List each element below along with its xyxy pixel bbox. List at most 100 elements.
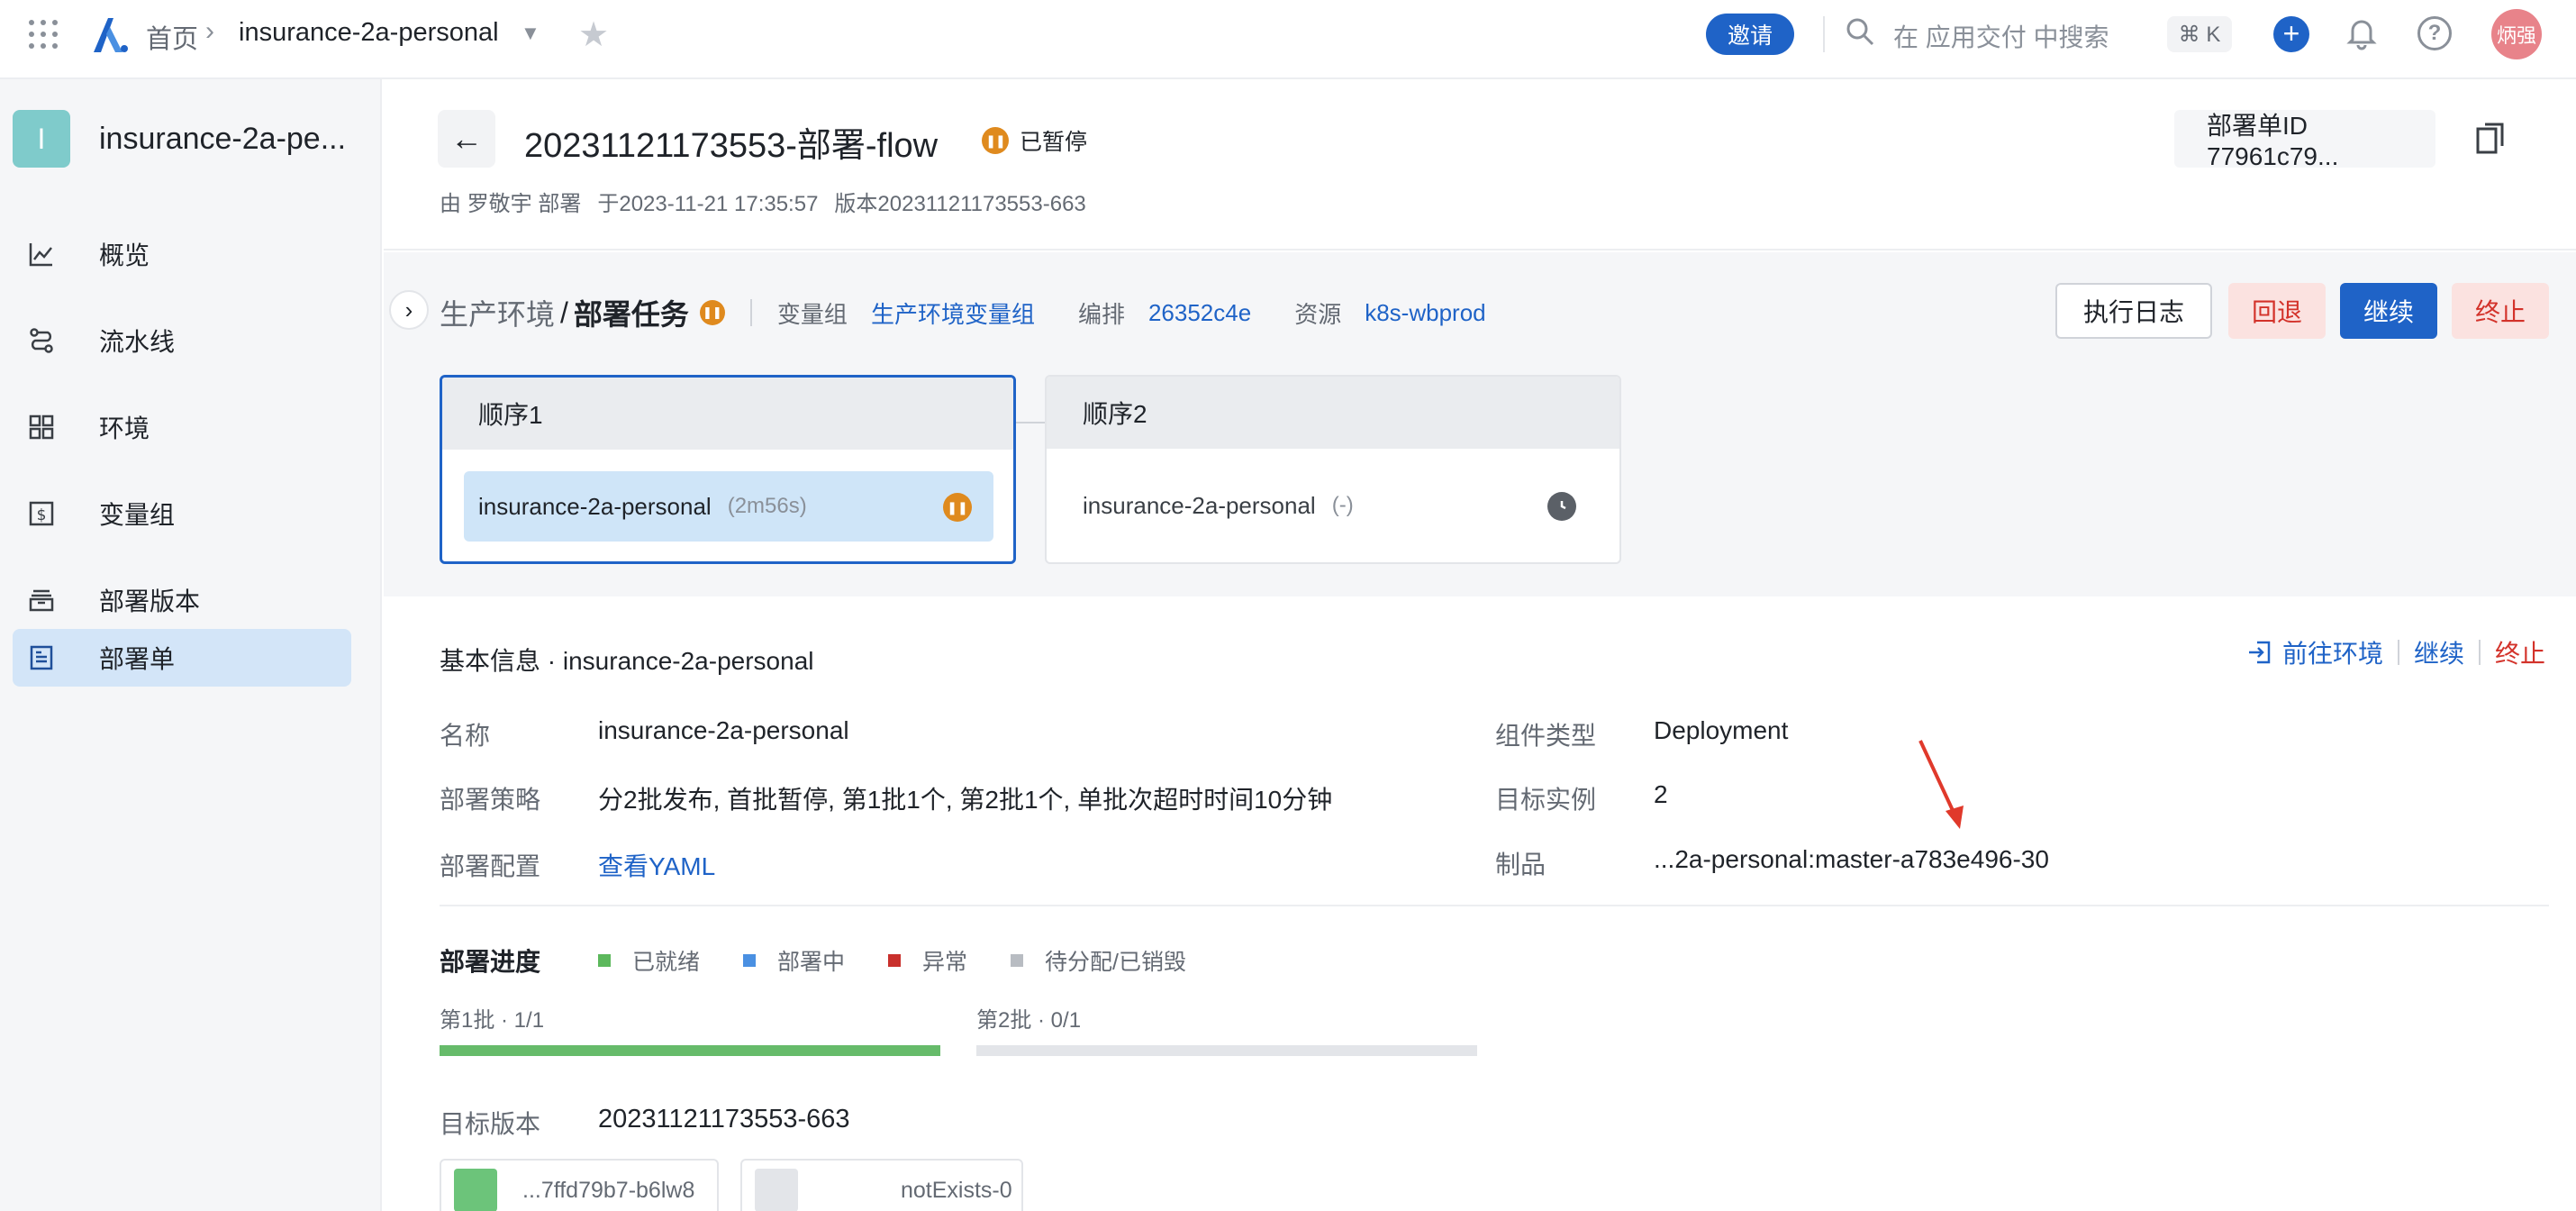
add-icon[interactable]: + — [2273, 16, 2309, 52]
divider — [440, 905, 2549, 906]
app-logo-icon[interactable] — [90, 14, 132, 60]
strategy-label: 部署策略 — [440, 786, 541, 814]
artifact-value: ...2a-personal:master-a783e496-30 — [1654, 845, 2049, 873]
document-icon — [27, 643, 56, 672]
env-slash: / — [560, 296, 568, 329]
grid-icon — [27, 413, 56, 442]
target-version-label: 目标版本 — [440, 1110, 541, 1138]
archive-icon — [27, 586, 56, 615]
batch-2-progress — [976, 1045, 1477, 1056]
legend-swatch-ready — [598, 954, 611, 967]
project-name: insurance-2a-pe... — [99, 121, 347, 156]
stage-title: 顺序1 — [442, 378, 1013, 450]
status-text: 已暂停 — [1020, 130, 1088, 155]
goto-environment-link[interactable]: 前往环境 — [2282, 634, 2383, 670]
name-label: 名称 — [440, 722, 491, 750]
deploy-meta: 由 罗敬宇 部署 于2023-11-21 17:35:57 版本20231121… — [440, 186, 1102, 217]
resource-label: 资源 — [1294, 300, 1342, 328]
project-avatar: I — [13, 110, 70, 168]
avatar[interactable]: 炳强 — [2491, 9, 2542, 59]
meta-version: 版本20231121173553-663 — [834, 192, 1086, 216]
pod-name: notExists-0 — [901, 1177, 1012, 1203]
sidebar-item-label: 变量组 — [99, 501, 176, 529]
rollback-button[interactable]: 回退 — [2228, 283, 2326, 339]
view-yaml-link[interactable]: 查看YAML — [598, 847, 715, 883]
goto-icon[interactable] — [2246, 640, 2272, 665]
kind-value: Deployment — [1654, 716, 1789, 744]
execution-log-button[interactable]: 执行日志 — [2055, 283, 2212, 339]
bell-icon[interactable] — [2344, 14, 2380, 50]
search-icon[interactable] — [1845, 16, 1875, 47]
sidebar-item-variable-group[interactable]: $ 变量组 — [13, 485, 351, 542]
svg-text:$: $ — [37, 506, 47, 524]
replicas-label: 目标实例 — [1495, 786, 1597, 814]
replicas-value: 2 — [1654, 780, 1668, 808]
sidebar-item-label: 流水线 — [99, 328, 176, 356]
divider — [749, 299, 752, 326]
breadcrumb-home[interactable]: 首页 — [146, 18, 198, 56]
stop-button[interactable]: 终止 — [2452, 283, 2549, 339]
vargroup-link[interactable]: 生产环境变量组 — [871, 296, 1035, 330]
divider — [1823, 16, 1825, 52]
stage-title: 顺序2 — [1047, 377, 1619, 449]
config-label: 部署配置 — [440, 852, 541, 880]
stage-job[interactable]: insurance-2a-personal (-) — [1068, 470, 1598, 541]
project-header[interactable]: I insurance-2a-pe... — [13, 110, 346, 168]
name-value: insurance-2a-personal — [598, 716, 849, 744]
star-icon[interactable]: ★ — [578, 14, 609, 55]
sidebar-item-label: 概览 — [99, 241, 150, 269]
page-title: 20231121173553-部署-flow — [524, 127, 939, 165]
apps-grid-icon[interactable] — [29, 20, 58, 49]
back-arrow-icon[interactable]: ← — [438, 110, 495, 168]
progress-title: 部署进度 — [440, 948, 541, 976]
continue-button[interactable]: 继续 — [2340, 283, 2437, 339]
stage-job[interactable]: insurance-2a-personal (2m56s) ❚❚ — [464, 471, 993, 542]
stop-link[interactable]: 终止 — [2495, 634, 2545, 670]
deploy-header: ← 20231121173553-部署-flow ❚❚ 已暂停 由 罗敬宇 部署… — [384, 79, 2576, 250]
target-version-value: 20231121173553-663 — [598, 1105, 850, 1134]
dollar-box-icon: $ — [27, 499, 56, 528]
strategy-value: 分2批发布, 首批暂停, 第1批1个, 第2批1个, 单批次超时时间10分钟 — [598, 786, 1333, 814]
divider — [2398, 640, 2400, 665]
pod-card[interactable]: notExists-0 — [740, 1159, 1023, 1211]
pod-status-square — [755, 1169, 798, 1211]
job-duration: (2m56s) — [727, 494, 807, 518]
environment-bar: 生产环境 / 部署任务 ❚❚ 变量组 生产环境变量组 编排 26352c4e 资… — [440, 292, 1529, 333]
job-name: insurance-2a-personal — [1083, 491, 1316, 519]
sidebar-item-pipeline[interactable]: 流水线 — [13, 312, 351, 369]
pipeline-icon — [27, 326, 56, 355]
job-duration: (-) — [1331, 493, 1354, 517]
sidebar-item-deploy-version[interactable]: 部署版本 — [13, 571, 351, 629]
invite-button[interactable]: 邀请 — [1706, 14, 1794, 55]
help-icon[interactable]: ? — [2417, 16, 2452, 50]
pause-icon: ❚❚ — [699, 300, 725, 325]
shortcut-badge: ⌘ K — [2167, 16, 2232, 52]
pod-card[interactable]: ...7ffd79b7-b6lw8 — [440, 1159, 719, 1211]
batch-1-label: 第1批 · 1/1 — [440, 1008, 545, 1033]
kind-label: 组件类型 — [1495, 722, 1597, 750]
breadcrumb-project[interactable]: insurance-2a-personal — [239, 18, 499, 48]
copy-icon[interactable] — [2475, 121, 2508, 157]
stage-card-1[interactable]: 顺序1 insurance-2a-personal (2m56s) ❚❚ — [440, 375, 1016, 564]
caret-down-icon[interactable]: ▼ — [521, 22, 540, 45]
continue-link[interactable]: 继续 — [2414, 634, 2464, 670]
sidebar-item-label: 部署单 — [99, 645, 176, 673]
progress-legend: 已就绪 部署中 异常 待分配/已销毁 — [598, 944, 1229, 977]
environment-name[interactable]: 生产环境 — [440, 292, 555, 333]
artifact-label: 制品 — [1495, 851, 1547, 879]
sidebar-item-environment[interactable]: 环境 — [13, 398, 351, 456]
search-input[interactable]: 在 应用交付 中搜索 — [1893, 18, 2109, 54]
clock-icon — [1547, 492, 1576, 521]
chevron-right-icon[interactable]: › — [389, 290, 429, 330]
resource-link[interactable]: k8s-wbprod — [1365, 299, 1485, 327]
orchestration-label: 编排 — [1077, 300, 1125, 328]
vargroup-label: 变量组 — [776, 300, 848, 328]
sidebar-item-overview[interactable]: 概览 — [13, 225, 351, 283]
detail-actions: 前往环境 继续 终止 — [2246, 634, 2545, 670]
sidebar-item-deploy-order[interactable]: 部署单 — [13, 629, 351, 687]
deploy-id-field: 部署单ID 77961c79... — [2174, 110, 2435, 170]
stage-card-2[interactable]: 顺序2 insurance-2a-personal (-) — [1045, 375, 1621, 564]
orchestration-link[interactable]: 26352c4e — [1148, 299, 1251, 327]
meta-time: 于2023-11-21 17:35:57 — [597, 192, 819, 216]
batch-2-label: 第2批 · 0/1 — [976, 1008, 1082, 1033]
